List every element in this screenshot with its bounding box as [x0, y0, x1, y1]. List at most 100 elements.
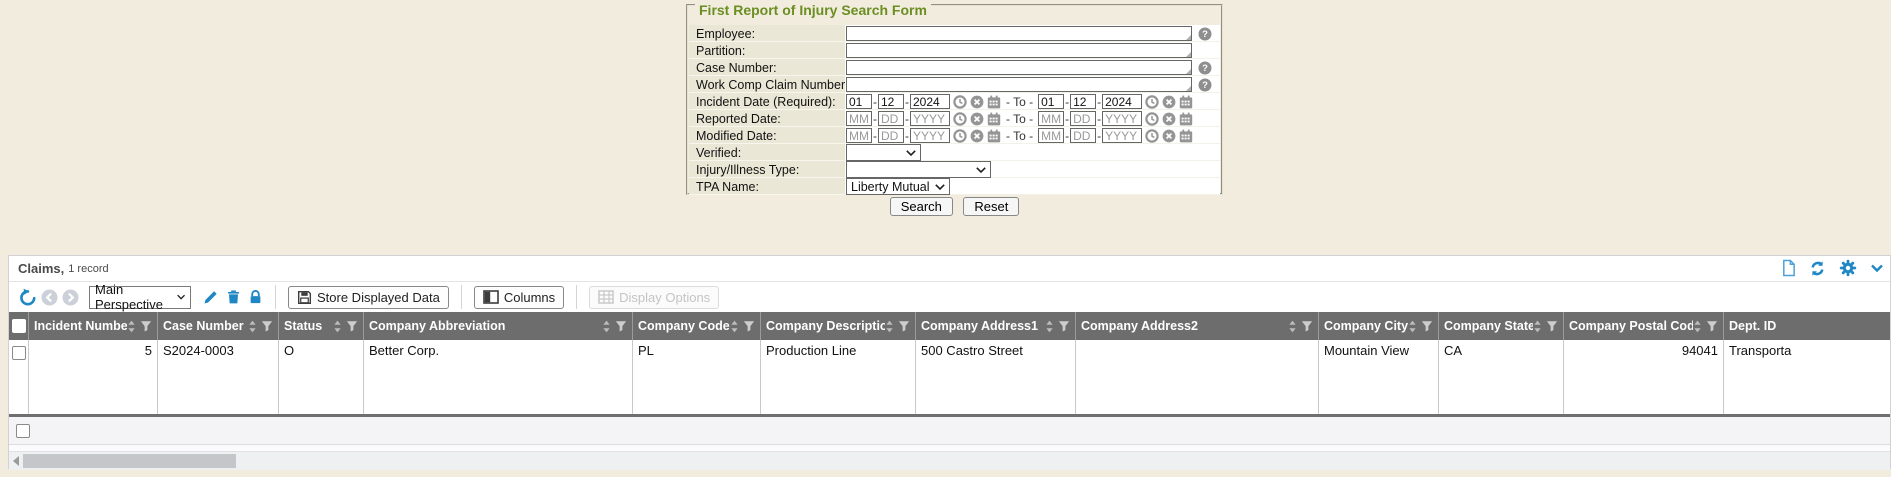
calendar-icon[interactable]	[1179, 95, 1193, 109]
modified-to-month-input[interactable]	[1038, 128, 1064, 143]
edit-pencil-icon[interactable]	[203, 289, 219, 305]
tpa-select[interactable]: Liberty Mutual	[846, 178, 950, 195]
filter-icon[interactable]	[140, 320, 152, 332]
incident-to-year-input[interactable]	[1102, 94, 1142, 109]
incident-from-day-input[interactable]	[878, 94, 904, 109]
clear-date-icon[interactable]	[970, 95, 984, 109]
injury-type-select[interactable]	[846, 161, 991, 178]
filter-icon[interactable]	[1421, 320, 1433, 332]
filter-icon[interactable]	[1546, 320, 1558, 332]
column-header-company-state[interactable]: Company State	[1439, 312, 1564, 340]
footer-checkbox[interactable]	[16, 424, 30, 438]
filter-icon[interactable]	[615, 320, 627, 332]
filter-icon[interactable]	[743, 320, 755, 332]
new-document-icon[interactable]	[1781, 259, 1796, 277]
column-header-company-postal-code[interactable]: Company Postal Code	[1564, 312, 1724, 340]
horizontal-scrollbar[interactable]	[9, 452, 1890, 470]
partition-input[interactable]	[846, 43, 1192, 58]
reported-to-day-input[interactable]	[1070, 111, 1096, 126]
filter-icon[interactable]	[261, 320, 273, 332]
clear-date-icon[interactable]	[970, 129, 984, 143]
store-displayed-data-button[interactable]: Store Displayed Data	[288, 286, 449, 309]
reported-from-month-input[interactable]	[846, 111, 872, 126]
column-header-dept-id[interactable]: Dept. ID	[1724, 312, 1890, 340]
calendar-icon[interactable]	[1179, 112, 1193, 126]
filter-icon[interactable]	[898, 320, 910, 332]
reported-from-day-input[interactable]	[878, 111, 904, 126]
filter-icon[interactable]	[1058, 320, 1070, 332]
calendar-icon[interactable]	[987, 112, 1001, 126]
incident-from-month-input[interactable]	[846, 94, 872, 109]
sort-icon[interactable]	[248, 320, 257, 333]
sort-icon[interactable]	[730, 320, 739, 333]
perspective-select[interactable]: Main Perspective	[89, 286, 191, 309]
sort-icon[interactable]	[1533, 320, 1542, 333]
sort-icon[interactable]	[333, 320, 342, 333]
calendar-icon[interactable]	[987, 95, 1001, 109]
next-perspective-icon[interactable]	[62, 289, 79, 306]
column-header-company-description[interactable]: Company Description	[761, 312, 916, 340]
filter-icon[interactable]	[1301, 320, 1313, 332]
modified-to-day-input[interactable]	[1070, 128, 1096, 143]
clear-date-icon[interactable]	[1162, 112, 1176, 126]
time-picker-icon[interactable]	[1145, 129, 1159, 143]
undo-icon[interactable]	[19, 288, 37, 306]
column-header-status[interactable]: Status	[279, 312, 364, 340]
verified-select[interactable]	[846, 144, 921, 161]
reported-to-month-input[interactable]	[1038, 111, 1064, 126]
modified-from-day-input[interactable]	[878, 128, 904, 143]
refresh-icon[interactable]	[1809, 260, 1826, 277]
time-picker-icon[interactable]	[953, 129, 967, 143]
employee-input[interactable]	[846, 26, 1192, 41]
gear-icon[interactable]	[1839, 259, 1857, 277]
column-header-incident-number[interactable]: Incident Number	[29, 312, 158, 340]
search-button[interactable]: Search	[890, 197, 953, 216]
clear-date-icon[interactable]	[1162, 95, 1176, 109]
work-comp-input[interactable]	[846, 77, 1192, 92]
help-icon[interactable]: ?	[1198, 27, 1212, 41]
previous-perspective-icon[interactable]	[41, 289, 58, 306]
calendar-icon[interactable]	[1179, 129, 1193, 143]
incident-to-month-input[interactable]	[1038, 94, 1064, 109]
clear-date-icon[interactable]	[970, 112, 984, 126]
column-header-company-city[interactable]: Company City	[1319, 312, 1439, 340]
column-header-company-abbreviation[interactable]: Company Abbreviation	[364, 312, 633, 340]
column-header-company-code[interactable]: Company Code	[633, 312, 761, 340]
time-picker-icon[interactable]	[1145, 112, 1159, 126]
scrollbar-thumb[interactable]	[23, 454, 236, 468]
row-checkbox[interactable]	[12, 346, 26, 360]
scroll-left-arrow-icon[interactable]	[13, 456, 19, 466]
sort-icon[interactable]	[1045, 320, 1054, 333]
time-picker-icon[interactable]	[953, 112, 967, 126]
modified-to-year-input[interactable]	[1102, 128, 1142, 143]
sort-icon[interactable]	[885, 320, 894, 333]
help-icon[interactable]: ?	[1198, 61, 1212, 75]
lock-icon[interactable]	[248, 289, 263, 305]
sort-icon[interactable]	[1408, 320, 1417, 333]
time-picker-icon[interactable]	[953, 95, 967, 109]
reset-button[interactable]: Reset	[963, 197, 1019, 216]
calendar-icon[interactable]	[987, 129, 1001, 143]
columns-button[interactable]: Columns	[474, 286, 564, 309]
modified-from-month-input[interactable]	[846, 128, 872, 143]
filter-icon[interactable]	[346, 320, 358, 332]
time-picker-icon[interactable]	[1145, 95, 1159, 109]
column-header-company-address1[interactable]: Company Address1	[916, 312, 1076, 340]
reported-to-year-input[interactable]	[1102, 111, 1142, 126]
reported-from-year-input[interactable]	[910, 111, 950, 126]
help-icon[interactable]: ?	[1198, 78, 1212, 92]
select-all-checkbox[interactable]	[12, 319, 26, 333]
filter-icon[interactable]	[1706, 320, 1718, 332]
case-number-input[interactable]	[846, 60, 1192, 75]
collapse-chevron-icon[interactable]	[1870, 261, 1884, 275]
modified-from-year-input[interactable]	[910, 128, 950, 143]
sort-icon[interactable]	[127, 320, 136, 333]
sort-icon[interactable]	[1288, 320, 1297, 333]
clear-date-icon[interactable]	[1162, 129, 1176, 143]
column-header-company-address2[interactable]: Company Address2	[1076, 312, 1319, 340]
sort-icon[interactable]	[602, 320, 611, 333]
sort-icon[interactable]	[1693, 320, 1702, 333]
table-row[interactable]: 5 S2024-0003 O Better Corp. PL Productio…	[9, 340, 1890, 414]
incident-from-year-input[interactable]	[910, 94, 950, 109]
delete-trash-icon[interactable]	[226, 289, 241, 305]
